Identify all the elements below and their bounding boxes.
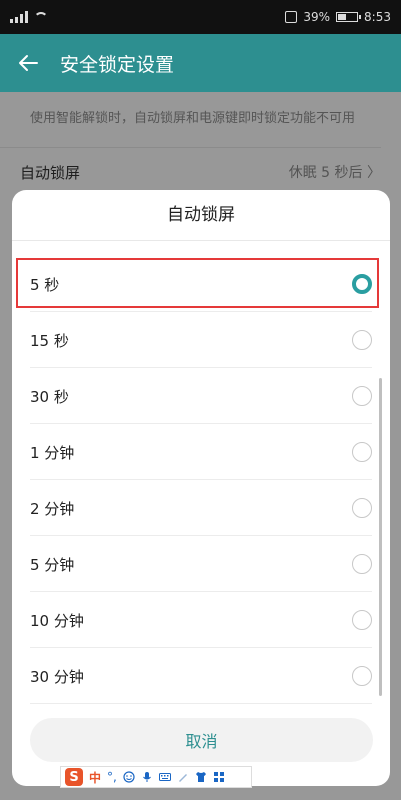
handwriting-icon[interactable] xyxy=(177,771,189,783)
emoji-icon[interactable] xyxy=(123,771,135,783)
page-title: 安全锁定设置 xyxy=(60,53,175,76)
ime-logo-icon[interactable]: S xyxy=(65,768,83,786)
option-30-seconds[interactable]: 30 秒 xyxy=(12,368,390,424)
radio-unchecked-icon[interactable] xyxy=(352,554,372,574)
microphone-icon[interactable] xyxy=(141,771,153,783)
option-label: 5 分钟 xyxy=(30,555,75,574)
ime-punctuation-toggle[interactable]: °, xyxy=(107,770,117,784)
nfc-icon xyxy=(285,11,298,23)
option-label: 10 分钟 xyxy=(30,611,84,630)
option-list: 5 秒 15 秒 30 秒 1 分钟 2 分钟 5 分钟 10 分钟 30 分钟 xyxy=(12,256,390,704)
option-label: 5 秒 xyxy=(30,275,60,294)
option-5-seconds[interactable]: 5 秒 xyxy=(12,256,390,312)
option-label: 2 分钟 xyxy=(30,499,75,518)
status-right: 39% 8:53 xyxy=(285,10,391,24)
app-bar: 安全锁定设置 xyxy=(0,34,401,92)
option-label: 30 秒 xyxy=(30,387,69,406)
ime-language-toggle[interactable]: 中 xyxy=(89,769,101,786)
option-1-minute[interactable]: 1 分钟 xyxy=(12,424,390,480)
option-15-seconds[interactable]: 15 秒 xyxy=(12,312,390,368)
cancel-button[interactable]: 取消 xyxy=(30,718,373,762)
option-30-minutes[interactable]: 30 分钟 xyxy=(12,648,390,704)
option-label: 15 秒 xyxy=(30,331,69,350)
radio-unchecked-icon[interactable] xyxy=(352,498,372,518)
status-bar: 39% 8:53 xyxy=(0,0,401,34)
auto-lock-dialog: 自动锁屏 5 秒 15 秒 30 秒 1 分钟 2 分钟 5 分钟 10 分钟 xyxy=(12,190,390,786)
option-10-minutes[interactable]: 10 分钟 xyxy=(12,592,390,648)
radio-unchecked-icon[interactable] xyxy=(352,666,372,686)
option-label: 30 分钟 xyxy=(30,667,84,686)
option-2-minutes[interactable]: 2 分钟 xyxy=(12,480,390,536)
radio-unchecked-icon[interactable] xyxy=(352,330,372,350)
radio-unchecked-icon[interactable] xyxy=(352,386,372,406)
wifi-icon xyxy=(34,12,48,22)
radio-unchecked-icon[interactable] xyxy=(352,442,372,462)
skin-shirt-icon[interactable] xyxy=(195,771,207,783)
option-5-minutes[interactable]: 5 分钟 xyxy=(12,536,390,592)
back-arrow-icon[interactable] xyxy=(16,51,40,75)
radio-checked-icon[interactable] xyxy=(352,274,372,294)
radio-unchecked-icon[interactable] xyxy=(352,610,372,630)
toolbox-grid-icon[interactable] xyxy=(213,771,225,783)
scrollbar[interactable] xyxy=(379,378,382,696)
clock: 8:53 xyxy=(364,10,391,24)
battery-percent: 39% xyxy=(303,10,331,24)
battery-icon xyxy=(336,12,362,22)
status-left xyxy=(10,11,48,23)
signal-icon xyxy=(10,11,28,23)
keyboard-icon[interactable] xyxy=(158,771,171,783)
dialog-title: 自动锁屏 xyxy=(12,190,390,241)
option-label: 1 分钟 xyxy=(30,443,75,462)
ime-toolbar: S 中 °, xyxy=(60,766,252,788)
